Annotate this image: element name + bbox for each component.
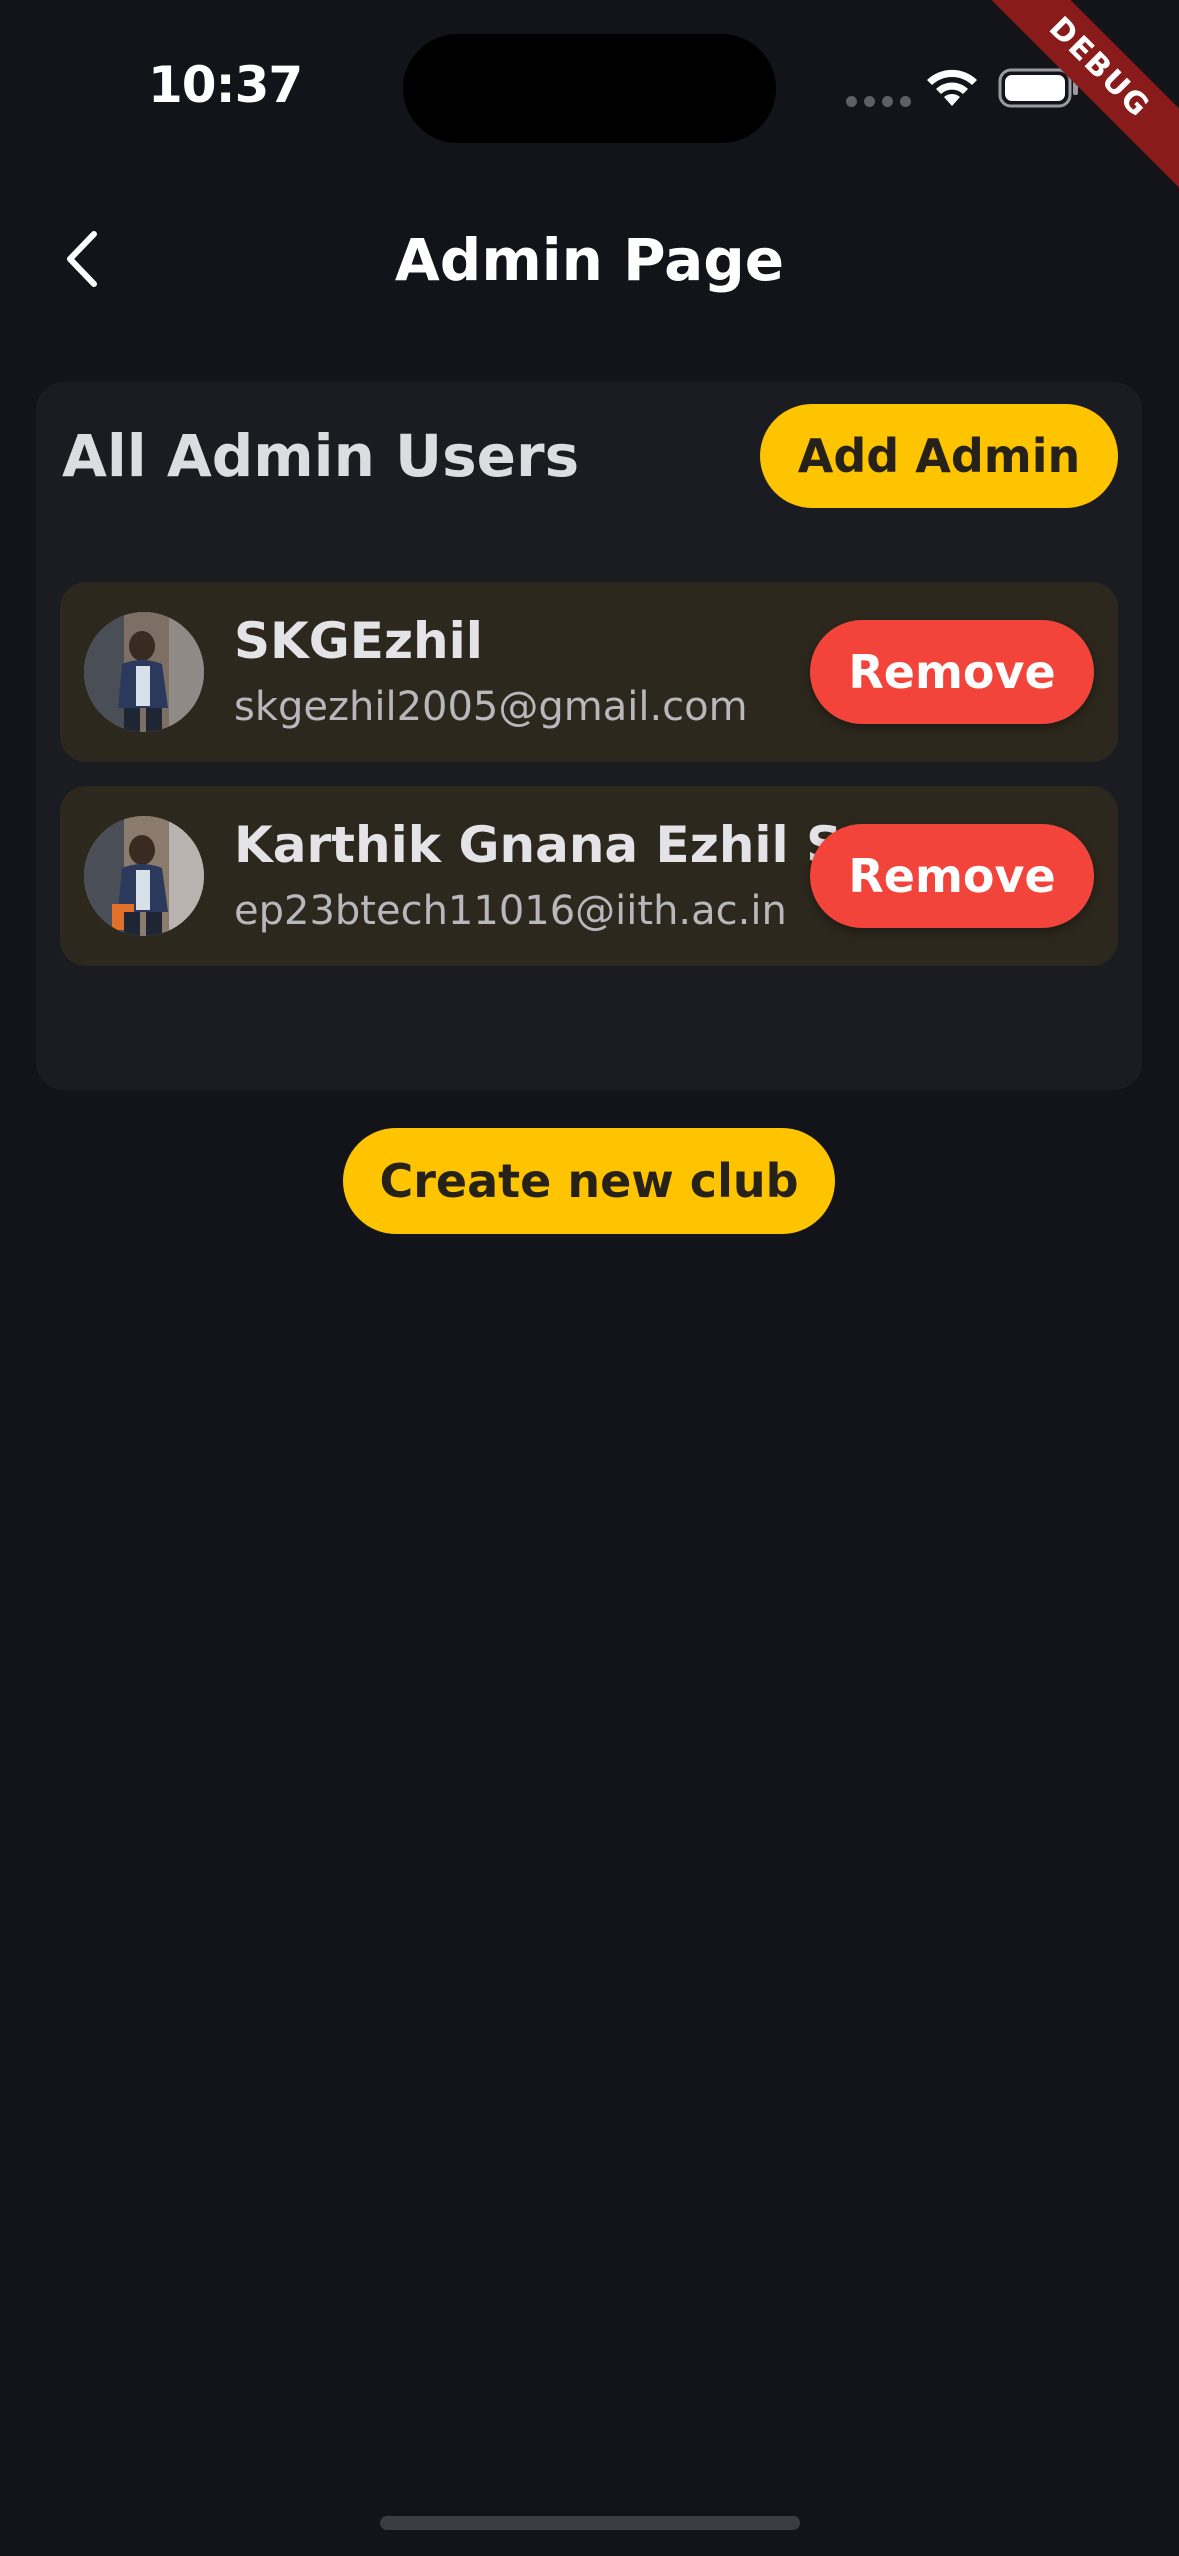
card-heading: All Admin Users	[62, 422, 580, 490]
remove-admin-button[interactable]: Remove	[810, 824, 1094, 928]
avatar	[84, 612, 204, 732]
wifi-icon	[927, 69, 977, 106]
cellular-signal-icon	[846, 96, 911, 107]
user-name: Karthik Gnana Ezhil S	[234, 816, 843, 874]
avatar	[84, 816, 204, 936]
admin-users-card: All Admin Users Add Admin SKGEzhil skgez…	[36, 382, 1142, 1090]
page-title: Admin Page	[394, 226, 785, 294]
user-name: SKGEzhil	[234, 612, 483, 670]
remove-admin-button[interactable]: Remove	[810, 620, 1094, 724]
admin-user-row: SKGEzhil skgezhil2005@gmail.com Remove	[60, 582, 1118, 762]
add-admin-button[interactable]: Add Admin	[760, 404, 1118, 508]
admin-user-row: Karthik Gnana Ezhil S ep23btech11016@iit…	[60, 786, 1118, 966]
status-bar: 10:37 DEBUG	[0, 0, 1179, 194]
dynamic-island	[403, 34, 776, 143]
user-email: ep23btech11016@iith.ac.in	[234, 888, 787, 934]
status-time: 10:37	[148, 56, 303, 114]
user-email: skgezhil2005@gmail.com	[234, 684, 748, 730]
home-indicator	[380, 2516, 800, 2530]
create-club-button[interactable]: Create new club	[343, 1128, 835, 1234]
app-bar: Admin Page	[0, 190, 1179, 330]
